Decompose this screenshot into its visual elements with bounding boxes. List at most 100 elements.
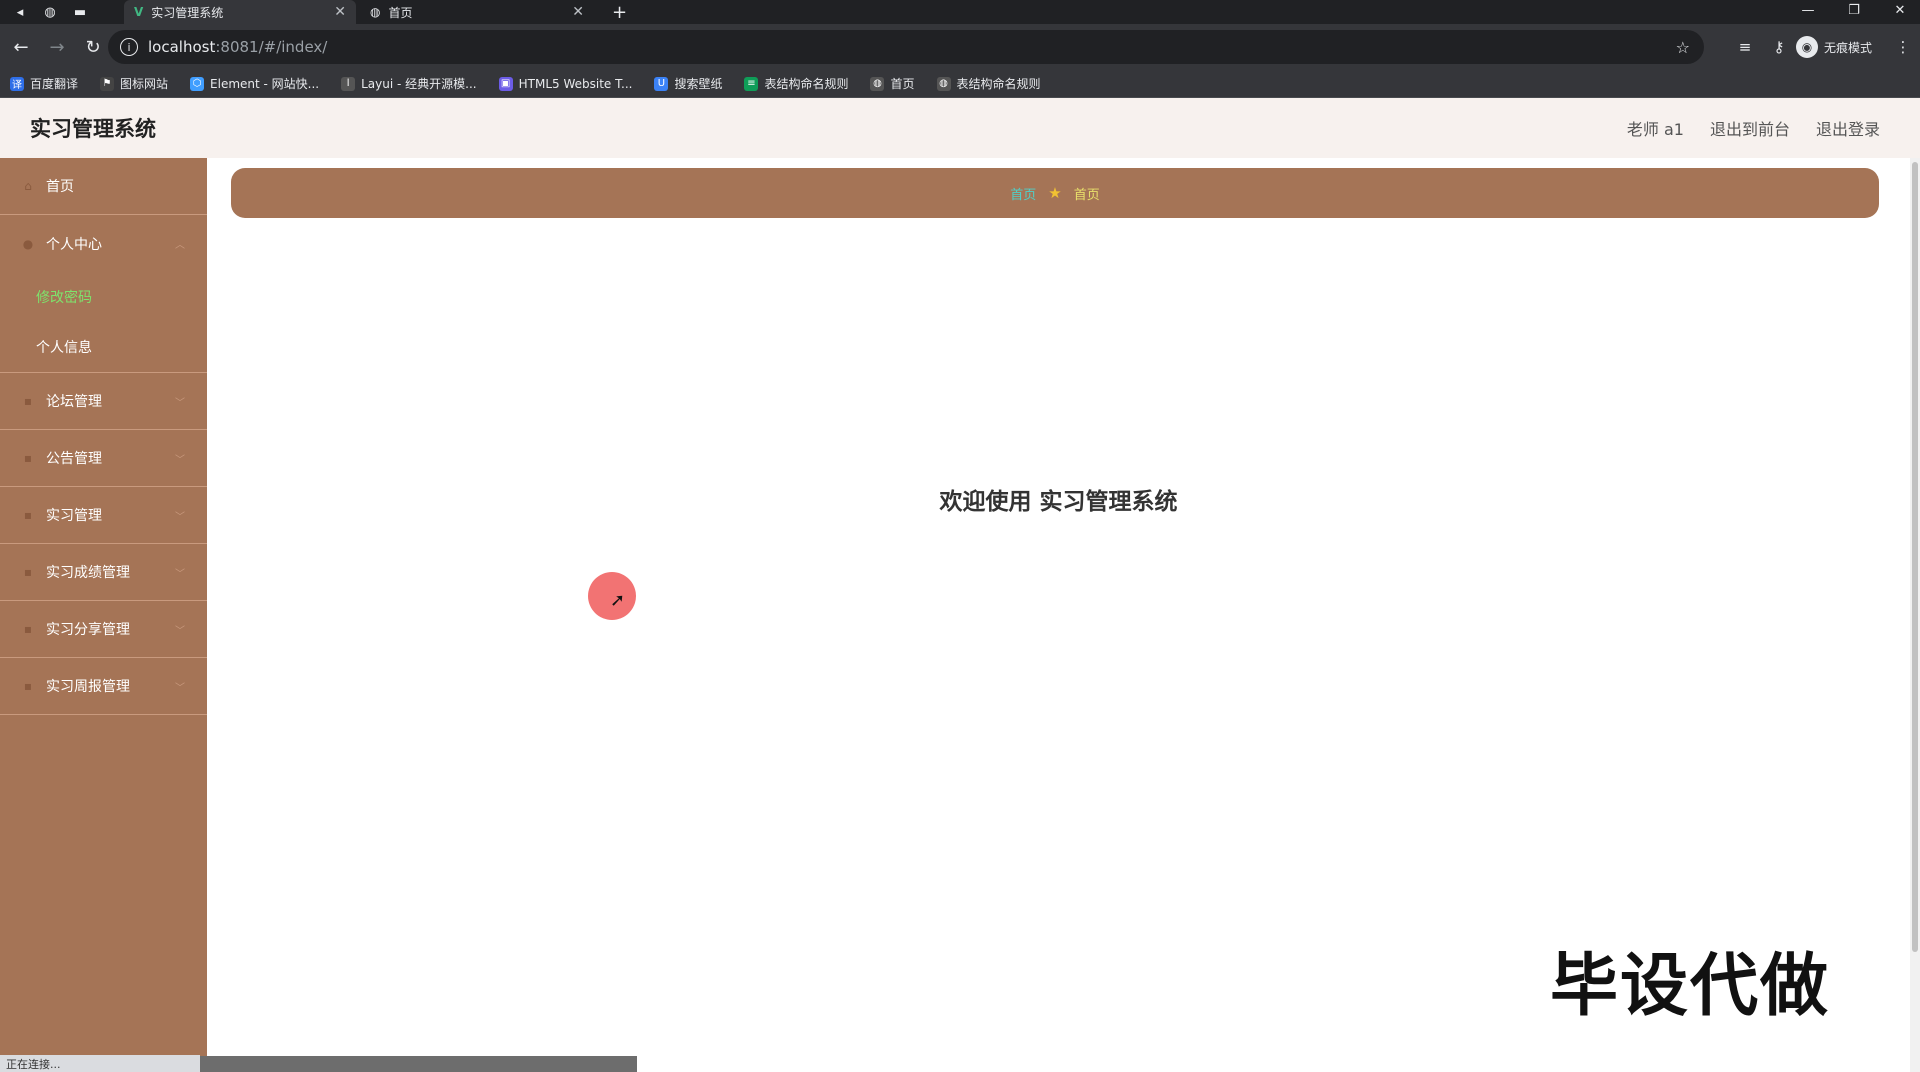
menu-icon: ▪ [23,679,33,693]
back-to-front-link[interactable]: 退出到前台 [1710,116,1790,140]
menu-icon: ▪ [23,451,33,465]
chevron-down-icon: ﹀ [175,568,185,580]
scrollbar-thumb[interactable] [1912,162,1918,952]
bookmark-item[interactable]: ≡ 表结构命名规则 [744,75,848,92]
bookmark-icon: 译 [10,76,24,91]
window-icon[interactable]: ▬ [70,2,90,22]
menu-icon: ▪ [23,565,33,579]
forward-button[interactable]: → [42,32,72,62]
sidebar-item-share[interactable]: ▪ 实习分享管理 ﹀ [0,601,207,658]
globe-icon: ◍ [870,76,885,91]
element-icon: ⬡ [190,76,205,91]
chevron-up-icon: ︿ [175,240,185,251]
sidebar-item-notice[interactable]: ▪ 公告管理 ﹀ [0,430,207,487]
menu-icon: ▪ [23,508,33,522]
bookmark-item[interactable]: ⬡ Element - 网站快... [190,75,319,92]
chevron-down-icon: ﹀ [175,625,185,637]
chevron-down-icon: ﹀ [175,397,185,409]
page-scrollbar[interactable] [1910,158,1920,1072]
reload-button[interactable]: ↻ [78,32,108,62]
incognito-label: 无痕模式 [1823,40,1872,55]
current-user: 老师 a1 [1626,120,1684,139]
home-icon: ⌂ [24,179,32,193]
bookmark-item[interactable]: U 搜索壁纸 [654,75,722,92]
sidebar-item-label: 个人中心 [46,236,102,253]
status-bar-track [200,1056,637,1072]
vue-logo-icon: V [134,5,144,19]
header-links: 老师 a1 退出到前台 退出登录 [1601,98,1880,158]
bookmark-item[interactable]: ⚑ 图标网站 [100,75,168,92]
wallpaper-icon: U [654,76,669,91]
bookmark-item[interactable]: l Layui - 经典开源模... [341,75,477,92]
menu-icon: ▪ [23,622,33,636]
welcome-text: 欢迎使用 实习管理系统 [939,489,1178,515]
bookmark-star-icon[interactable]: ☆ [1676,38,1690,57]
sidebar-item-label: 公告管理 [46,451,102,467]
sidebar-item-personal-center[interactable]: ● 个人中心 ︿ [0,215,207,272]
bookmark-item[interactable]: 译百度翻译 [10,75,78,92]
toolbar-right: ≡ ⚷ ◉ 无痕模式 ⋮ [1728,24,1920,70]
close-icon[interactable]: ✕ [572,4,584,20]
sidebar-item-internship[interactable]: ▪ 实习管理 ﹀ [0,487,207,544]
logout-link[interactable]: 退出登录 [1816,116,1880,140]
restore-button[interactable]: ❐ [1834,0,1874,20]
sidebar: ⌂ 首页 ● 个人中心 ︿ 修改密码 个人信息 ▪ 论坛管理 ﹀ ▪ 公告管理 … [0,158,207,1072]
sidebar-item-label: 实习管理 [46,508,102,524]
tab-title: 首页 [388,5,413,20]
sidebar-item-label: 实习分享管理 [46,622,130,638]
bookmarks-bar: 译百度翻译 ⚑ 图标网站 ⬡ Element - 网站快... l Layui - 经… [0,70,1920,98]
breadcrumb-current: 首页 [1073,187,1100,203]
more-menu-icon[interactable]: ⋮ [1886,38,1920,56]
key-icon[interactable]: ⚷ [1762,38,1796,56]
url-path: :8081/#/index/ [215,38,328,56]
back-button[interactable]: ← [6,32,36,62]
address-bar[interactable]: i localhost:8081/#/index/ ☆ [108,30,1704,64]
url-host: localhost [148,38,216,56]
sidebar-item-label: 实习周报管理 [46,679,130,695]
chevron-down-icon: ﹀ [175,682,185,694]
watermark: 毕设代做 [1550,947,1831,1026]
mouse-cursor-icon: ➚ [610,590,626,611]
sidebar-item-forum[interactable]: ▪ 论坛管理 ﹀ [0,373,207,430]
globe-icon[interactable]: ◍ [40,2,60,22]
sidebar-item-home[interactable]: ⌂ 首页 [0,158,207,215]
bookmark-item[interactable]: ◍ 表结构命名规则 [936,75,1041,92]
status-text: 正在连接... [0,1055,200,1072]
breadcrumb-home-link[interactable]: 首页 [1010,184,1036,203]
minimize-button[interactable]: — [1788,0,1828,20]
sidebar-subitem-change-password[interactable]: 修改密码 [0,272,207,322]
browser-tabstrip: ◂ ◍ ▬ V 实习管理系统 ✕ ◍ 首页 ✕ + — ❐ ✕ [0,0,1920,24]
app-title: 实习管理系统 [30,117,156,141]
menu-icon: ▪ [23,394,33,408]
star-icon: ★ [1048,184,1062,202]
info-icon[interactable]: i [120,38,138,56]
sidebar-item-label: 实习成绩管理 [46,565,130,581]
bookmark-item[interactable]: ◍ 首页 [870,75,915,92]
mute-tab-icon[interactable]: ◂ [10,2,30,22]
sidebar-item-weekly[interactable]: ▪ 实习周报管理 ﹀ [0,658,207,715]
tab-active[interactable]: V 实习管理系统 ✕ [124,0,356,24]
html5-icon: ▣ [498,76,513,91]
tab-inactive[interactable]: ◍ 首页 ✕ [360,0,594,24]
close-icon[interactable]: ✕ [334,4,346,20]
browser-toolbar: ← → ↻ i localhost:8081/#/index/ ☆ ≡ ⚷ ◉ … [0,24,1920,70]
new-tab-button[interactable]: + [612,0,627,24]
sheet-icon: ≡ [744,76,759,91]
sidebar-item-label: 论坛管理 [46,394,102,410]
flag-icon: ⚑ [100,76,115,91]
incognito-indicator[interactable]: ◉ 无痕模式 [1795,36,1872,58]
globe-icon: ◍ [936,76,951,91]
chevron-down-icon: ﹀ [175,454,185,466]
tab-title: 实习管理系统 [151,5,224,20]
reading-list-icon[interactable]: ≡ [1728,38,1762,56]
layui-icon: l [341,76,356,91]
chevron-down-icon: ﹀ [175,511,185,523]
app-header: 实习管理系统 老师 a1 退出到前台 退出登录 [0,98,1920,158]
breadcrumb: 首页 ★ 首页 [231,168,1879,218]
sidebar-item-label: 首页 [46,179,74,195]
close-window-button[interactable]: ✕ [1880,0,1920,20]
globe-icon: ◍ [370,5,381,19]
sidebar-item-scores[interactable]: ▪ 实习成绩管理 ﹀ [0,544,207,601]
bookmark-item[interactable]: ▣ HTML5 Website T... [498,76,632,91]
sidebar-subitem-personal-info[interactable]: 个人信息 [0,322,207,372]
